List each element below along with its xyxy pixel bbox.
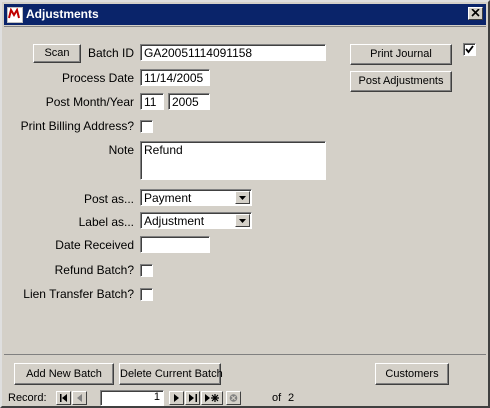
refund-batch-label: Refund Batch? — [54, 263, 134, 277]
add-new-batch-button[interactable]: Add New Batch — [14, 363, 114, 385]
current-record-field[interactable]: 1 — [100, 390, 164, 406]
next-record-button[interactable] — [169, 391, 184, 405]
label-as-label: Label as... — [78, 215, 134, 229]
window-title: Adjustments — [26, 7, 99, 21]
title-bar[interactable]: Adjustments — [4, 4, 486, 25]
delete-record-icon — [229, 394, 238, 402]
close-icon — [471, 9, 480, 17]
label-as-select[interactable]: Adjustment — [140, 212, 252, 229]
form-body: Scan Batch ID GA20051114091158 Process D… — [4, 26, 486, 355]
delete-current-batch-button[interactable]: Delete Current Batch — [119, 363, 223, 385]
new-record-icon — [205, 394, 219, 402]
refund-batch-checkbox[interactable] — [140, 264, 153, 277]
prev-record-button[interactable] — [72, 391, 87, 405]
last-record-button[interactable] — [185, 391, 200, 405]
post-as-label: Post as... — [83, 192, 134, 206]
process-date-label: Process Date — [61, 71, 134, 85]
post-year-field[interactable]: 2005 — [168, 93, 210, 110]
print-journal-button[interactable]: Print Journal — [350, 44, 452, 65]
post-as-select[interactable]: Payment — [140, 189, 252, 206]
app-icon — [7, 7, 23, 23]
record-total: 2 — [288, 392, 295, 404]
label-as-value: Adjustment — [144, 214, 205, 228]
post-as-value: Payment — [144, 191, 192, 205]
print-billing-checkbox[interactable] — [140, 120, 153, 133]
first-record-icon — [59, 394, 67, 402]
date-received-field[interactable] — [140, 236, 210, 253]
lien-transfer-label: Lien Transfer Batch? — [23, 287, 134, 301]
batch-id-field[interactable]: GA20051114091158 — [140, 44, 326, 61]
print-billing-label: Print Billing Address? — [20, 119, 134, 133]
delete-record-button[interactable] — [226, 391, 241, 405]
dropdown-arrow-icon — [239, 219, 246, 223]
adjustments-window: Adjustments Scan Batch ID GA200511140911… — [0, 0, 490, 408]
first-record-button[interactable] — [56, 391, 71, 405]
record-navigator: Record: 1 of 2 — [4, 390, 486, 406]
new-record-button[interactable] — [201, 391, 223, 405]
post-adjustments-button[interactable]: Post Adjustments — [350, 71, 452, 92]
date-received-label: Date Received — [55, 238, 134, 252]
customers-button[interactable]: Customers — [375, 363, 449, 385]
record-of-text: of — [272, 392, 282, 404]
dropdown-arrow-icon — [239, 196, 246, 200]
close-button[interactable] — [468, 7, 483, 20]
lien-transfer-checkbox[interactable] — [140, 288, 153, 301]
note-textarea[interactable]: Refund — [140, 141, 326, 180]
post-as-dropdown-button[interactable] — [235, 191, 250, 204]
print-journal-checkbox[interactable] — [463, 43, 476, 56]
process-date-field[interactable]: 11/14/2005 — [140, 69, 210, 86]
label-as-dropdown-button[interactable] — [235, 214, 250, 227]
record-label: Record: — [8, 392, 47, 404]
next-record-icon — [173, 394, 179, 402]
post-month-field[interactable]: 11 — [140, 93, 164, 110]
last-record-icon — [188, 394, 197, 402]
batch-id-label: Batch ID — [87, 46, 134, 60]
prev-record-icon — [76, 394, 82, 402]
checkmark-icon — [465, 45, 474, 54]
post-month-year-label: Post Month/Year — [45, 95, 134, 109]
note-label: Note — [108, 143, 134, 157]
